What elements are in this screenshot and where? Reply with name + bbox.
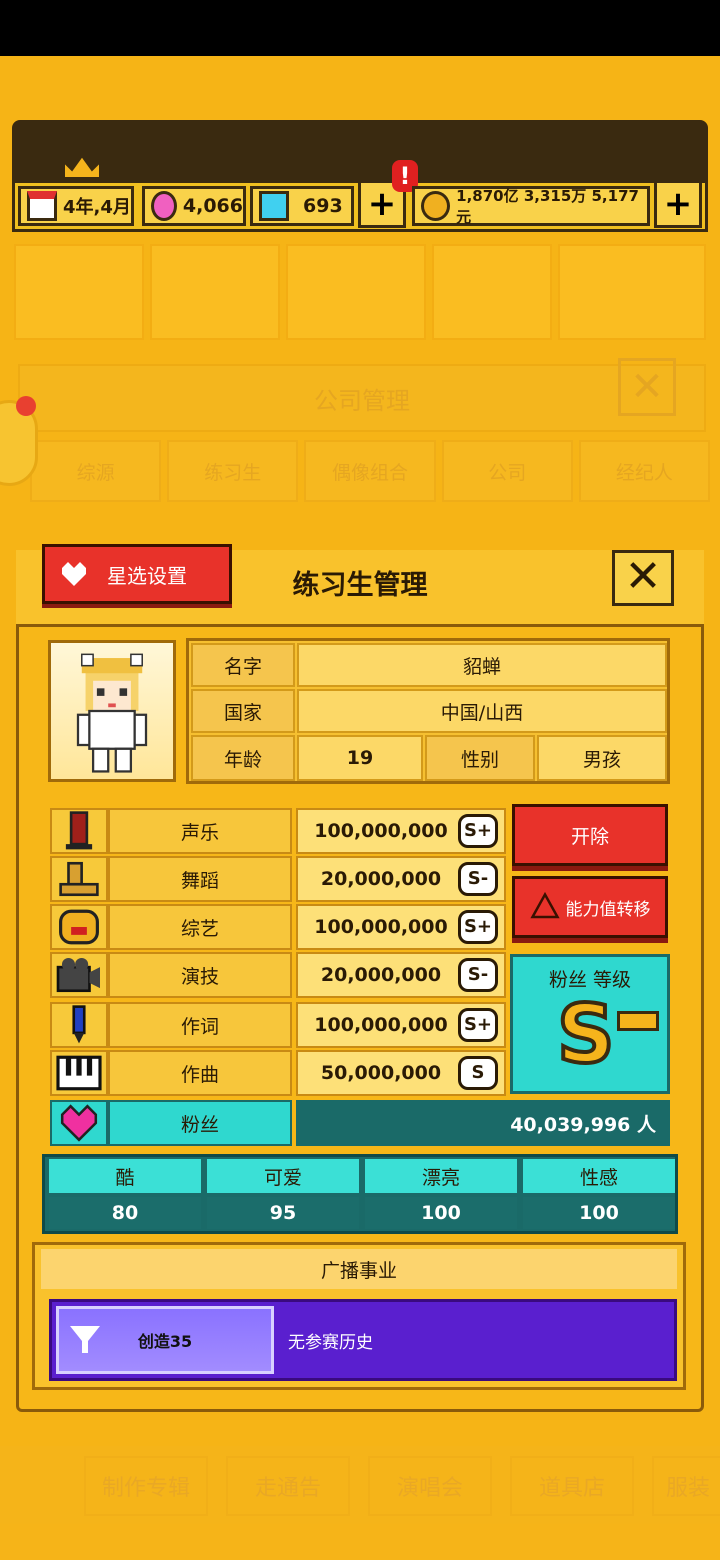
pen-icon xyxy=(50,1002,108,1048)
age-value: 19 xyxy=(297,735,423,781)
stat-row-lyrics: 作词 100,000,000 S+ xyxy=(50,1002,506,1048)
attribute-pretty: 漂亮 100 xyxy=(363,1157,519,1231)
attribute-cute: 可爱 95 xyxy=(205,1157,361,1231)
stat-name: 作词 xyxy=(108,1002,292,1048)
camera-icon xyxy=(50,952,108,998)
close-button[interactable]: ✕ xyxy=(612,550,674,606)
fan-level-grade: S xyxy=(555,988,617,1081)
company-management-title: 公司管理 xyxy=(18,364,706,432)
stat-name: 声乐 xyxy=(108,808,292,854)
fan-level-panel: 粉丝 等级 S xyxy=(510,954,670,1094)
heart-icon xyxy=(50,1100,108,1146)
tab-idol-groups: 偶像组合 xyxy=(304,440,436,502)
bg-menu-block xyxy=(432,244,552,340)
transfer-icon xyxy=(529,892,560,919)
star-select-label: 星选设置 xyxy=(107,563,187,588)
attribute-name: 性感 xyxy=(523,1159,675,1193)
country-value: 中国/山西 xyxy=(297,689,667,733)
stat-row-dance: 舞蹈 20,000,000 S- xyxy=(50,856,506,902)
attribute-name: 酷 xyxy=(49,1159,201,1193)
transfer-label: 能力值转移 xyxy=(565,899,651,920)
transfer-ability-button[interactable]: 能力值转移 xyxy=(512,876,668,938)
gender-value: 男孩 xyxy=(537,735,667,781)
career-title: 广播事业 xyxy=(41,1249,677,1289)
dismiss-button[interactable]: 开除 xyxy=(512,804,668,866)
create-35-label: 创造35 xyxy=(137,1332,193,1351)
trainee-info-grid: 名字 貂蝉 国家 中国/山西 年龄 19 性别 男孩 xyxy=(186,638,670,784)
trophy-icon xyxy=(70,1326,100,1353)
microphone-icon xyxy=(50,808,108,854)
smile-icon xyxy=(50,904,108,950)
fans-row: 粉丝 40,039,996 人 xyxy=(50,1100,670,1146)
age-label: 年龄 xyxy=(191,735,295,781)
shoe-icon xyxy=(50,856,108,902)
nav-item-shop: 道具店 xyxy=(510,1456,634,1516)
bg-menu-block xyxy=(150,244,280,340)
fan-level-minus xyxy=(617,1011,659,1031)
attribute-value: 100 xyxy=(523,1197,675,1229)
stat-name: 综艺 xyxy=(108,904,292,950)
attribute-cool: 酷 80 xyxy=(47,1157,203,1231)
attribute-value: 95 xyxy=(207,1197,359,1229)
nav-clothing: 服装 xyxy=(652,1456,720,1516)
grade-badge: S+ xyxy=(458,814,498,848)
grade-badge: S+ xyxy=(458,1008,498,1042)
nav-make-album: 制作专辑 xyxy=(84,1456,208,1516)
attribute-grid: 酷 80 可爱 95 漂亮 100 性感 100 xyxy=(42,1154,678,1234)
stat-row-composing: 作曲 50,000,000 S xyxy=(50,1050,506,1096)
bg-menu-block xyxy=(14,244,144,340)
fans-label: 粉丝 xyxy=(108,1100,292,1146)
attribute-value: 80 xyxy=(49,1197,201,1229)
gender-label: 性别 xyxy=(425,735,535,781)
stat-name: 演技 xyxy=(108,952,292,998)
dialog-title: 练习生管理 xyxy=(292,570,428,601)
broadcast-career-panel: 广播事业 创造35 无参赛历史 xyxy=(32,1242,686,1390)
bg-tabs: 综源 练习生 偶像组合 公司 经纪人 xyxy=(30,440,711,502)
piano-icon xyxy=(50,1050,108,1096)
grade-badge: S- xyxy=(458,862,498,896)
tab-trainees: 练习生 xyxy=(167,440,299,502)
name-value: 貂蝉 xyxy=(297,643,667,687)
create-35-button[interactable]: 创造35 xyxy=(56,1306,274,1374)
avatar xyxy=(48,640,176,782)
heart-icon xyxy=(62,562,86,586)
nav-appearances: 走通告 xyxy=(226,1456,350,1516)
tab-agents: 经纪人 xyxy=(578,440,711,502)
stat-row-acting: 演技 20,000,000 S- xyxy=(50,952,506,998)
attribute-name: 可爱 xyxy=(207,1159,359,1193)
country-label: 国家 xyxy=(191,689,295,733)
fans-count: 40,039,996 人 xyxy=(296,1100,670,1146)
tab-resources: 综源 xyxy=(30,440,162,502)
name-label: 名字 xyxy=(191,643,295,687)
no-competition-text: 无参赛历史 xyxy=(288,1333,373,1353)
attribute-value: 100 xyxy=(365,1197,517,1229)
bg-menu-block xyxy=(286,244,426,340)
stat-row-variety: 综艺 100,000,000 S+ xyxy=(50,904,506,950)
grade-badge: S- xyxy=(458,958,498,992)
stat-name: 舞蹈 xyxy=(108,856,292,902)
nav-concert: 演唱会 xyxy=(368,1456,492,1516)
trainee-sprite-icon xyxy=(76,653,148,773)
stat-row-vocal: 声乐 100,000,000 S+ xyxy=(50,808,506,854)
bg-menu-block xyxy=(558,244,706,340)
notification-dot xyxy=(16,396,36,416)
star-select-settings-button[interactable]: 星选设置 xyxy=(42,544,232,604)
tab-company: 公司 xyxy=(441,440,573,502)
stat-name: 作曲 xyxy=(108,1050,292,1096)
attribute-name: 漂亮 xyxy=(365,1159,517,1193)
bg-close-icon: ✕ xyxy=(618,358,676,416)
grade-badge: S xyxy=(458,1056,498,1090)
attribute-sexy: 性感 100 xyxy=(521,1157,677,1231)
career-bar: 创造35 无参赛历史 xyxy=(49,1299,677,1381)
grade-badge: S+ xyxy=(458,910,498,944)
